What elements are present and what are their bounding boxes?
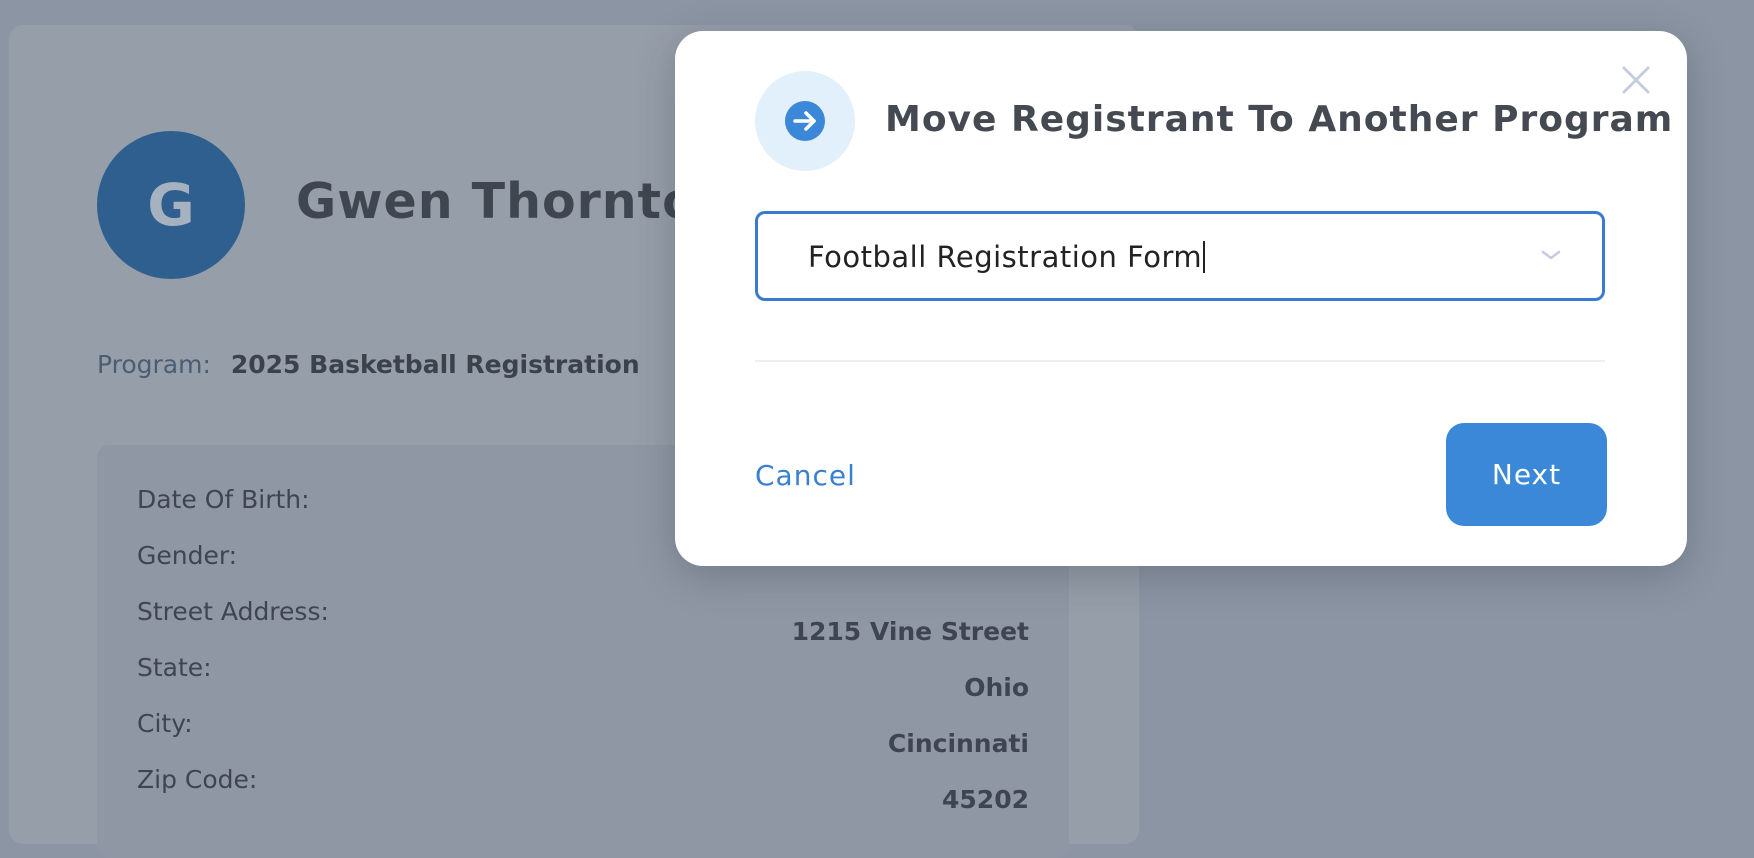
- city-value: Cincinnati: [887, 729, 1029, 758]
- next-button[interactable]: Next: [1446, 423, 1607, 526]
- state-label: State:: [137, 653, 212, 682]
- registrant-name: Gwen Thornton: [296, 173, 733, 230]
- city-label: City:: [137, 709, 193, 738]
- zip-row: Zip Code: 45202: [137, 765, 1029, 821]
- close-icon[interactable]: [1619, 63, 1653, 97]
- zip-value: 45202: [942, 785, 1029, 814]
- program-select[interactable]: Football Registration Form: [755, 211, 1605, 301]
- street-value: 1215 Vine Street: [791, 617, 1029, 646]
- street-label: Street Address:: [137, 597, 329, 626]
- avatar: G: [97, 131, 245, 279]
- state-value: Ohio: [964, 673, 1029, 702]
- gender-label: Gender:: [137, 541, 238, 570]
- program-value: 2025 Basketball Registration: [230, 350, 640, 379]
- arrow-right-circle-icon: [785, 101, 825, 141]
- chevron-down-icon[interactable]: [1540, 248, 1562, 262]
- program-row: Program: 2025 Basketball Registration: [97, 350, 640, 379]
- program-label: Program:: [97, 350, 211, 379]
- title-icon-wrap: [755, 71, 855, 171]
- modal-title: Move Registrant To Another Program: [885, 99, 1674, 140]
- text-caret: [1203, 241, 1206, 273]
- state-row: State: Ohio: [137, 653, 1029, 709]
- move-registrant-modal: Move Registrant To Another Program Footb…: [675, 31, 1687, 566]
- street-row: Street Address: 1215 Vine Street: [137, 597, 1029, 653]
- date-of-birth-label: Date Of Birth:: [137, 485, 310, 514]
- city-row: City: Cincinnati: [137, 709, 1029, 765]
- zip-label: Zip Code:: [137, 765, 258, 794]
- avatar-initial: G: [147, 171, 195, 239]
- program-select-value: Football Registration Form: [808, 240, 1206, 275]
- cancel-button[interactable]: Cancel: [755, 459, 856, 492]
- modal-divider: [755, 360, 1605, 362]
